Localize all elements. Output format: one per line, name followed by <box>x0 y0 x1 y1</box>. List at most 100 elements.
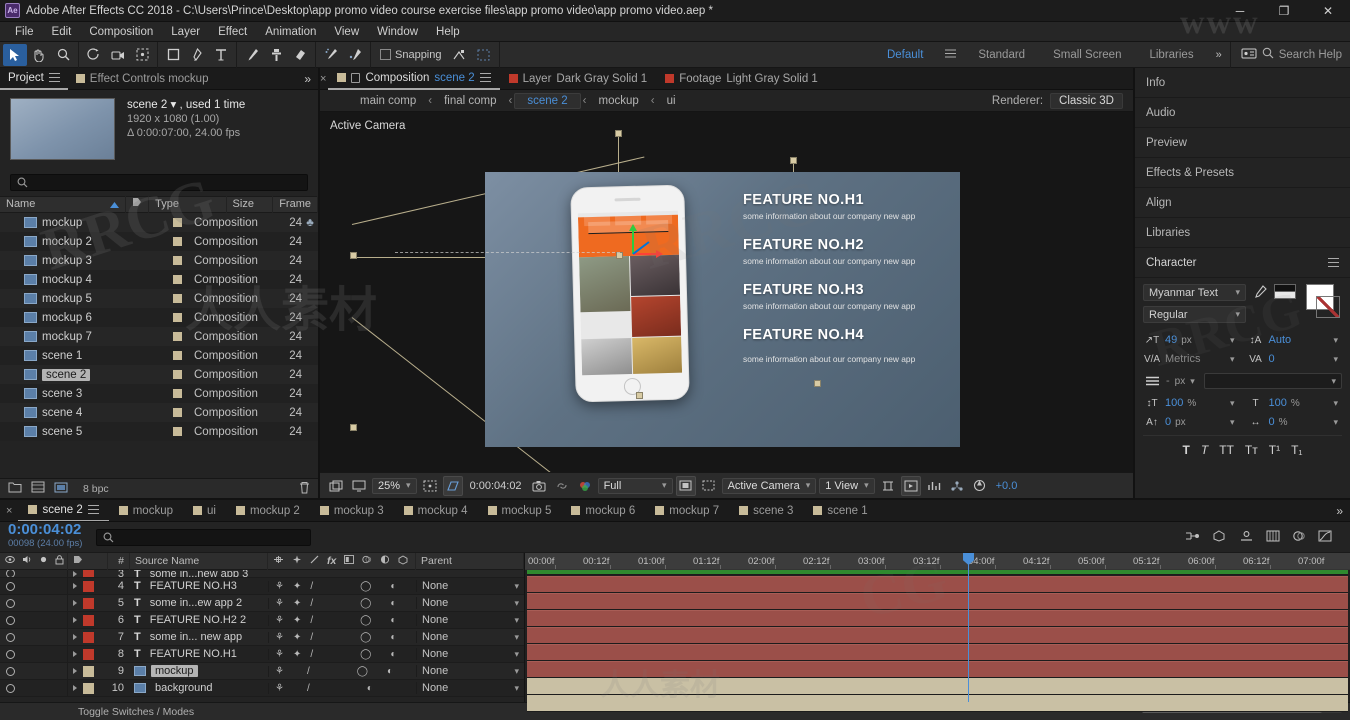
chevron-down-icon[interactable]: ▾ <box>1230 417 1239 428</box>
3d-switch[interactable]: ◯ <box>360 615 371 626</box>
breadcrumb-ui[interactable]: ui <box>657 95 686 107</box>
rotation-tool-icon[interactable] <box>82 44 106 66</box>
transform-handle[interactable] <box>350 424 357 431</box>
layer-row[interactable]: 7 Tsome in... new app ⚘ ✦ / ◯ ◐ None ▾ <box>0 628 524 646</box>
horizontal-scale-field[interactable]: T 100 % ▾ <box>1247 395 1343 411</box>
color-presets[interactable] <box>1274 284 1296 328</box>
adjustment-layer-icon[interactable] <box>380 555 390 567</box>
project-row[interactable]: mockup 7 Composition 24 <box>0 327 318 346</box>
puppet-pin-tool-icon[interactable] <box>343 44 367 66</box>
item-dropdown-icon[interactable]: ▾ <box>170 99 176 111</box>
label-color[interactable] <box>83 570 94 577</box>
effects-column-icon[interactable]: fx <box>327 555 336 567</box>
project-row[interactable]: mockup Composition 24 ♣ <box>0 213 318 232</box>
expand-arrow-icon[interactable] <box>73 583 77 589</box>
timeline-graph[interactable]: 00:00f 00:12f 01:00f 01:12f 02:00f 02:12… <box>525 553 1350 712</box>
exposure-reset-icon[interactable] <box>970 476 990 496</box>
menu-composition[interactable]: Composition <box>80 22 162 42</box>
project-search-input[interactable] <box>10 174 308 191</box>
minimize-button[interactable]: ─ <box>1218 0 1262 22</box>
workspace-overflow-icon[interactable]: » <box>1208 49 1230 61</box>
collapse-switch[interactable]: ✦ <box>293 615 301 626</box>
viewer-panel-menu-icon[interactable] <box>479 73 491 82</box>
panel-effects-presets[interactable]: Effects & Presets <box>1135 158 1350 188</box>
composition-mini-flowchart-icon[interactable] <box>1185 530 1200 545</box>
layer-name[interactable]: background <box>151 682 217 694</box>
transform-handle[interactable] <box>814 380 821 387</box>
project-row[interactable]: scene 3 Composition 24 <box>0 384 318 403</box>
workspace-card-icon[interactable] <box>1241 47 1257 62</box>
expand-arrow-icon[interactable] <box>73 651 77 657</box>
expand-arrow-icon[interactable] <box>73 668 77 674</box>
quality-switch[interactable]: / <box>310 649 313 660</box>
font-style-select[interactable]: Regular ▾ <box>1143 306 1246 323</box>
region-of-interest-icon[interactable] <box>442 475 463 496</box>
chevron-down-icon[interactable]: ▾ <box>1230 398 1239 409</box>
label-color[interactable] <box>83 580 94 592</box>
shy-switch[interactable]: ⚘ <box>275 581 284 592</box>
close-tab-icon[interactable]: × <box>320 73 328 85</box>
brush-tool-icon[interactable] <box>240 44 264 66</box>
menu-window[interactable]: Window <box>368 22 427 42</box>
project-settings-icon[interactable] <box>54 481 68 496</box>
eyedropper-icon[interactable] <box>1252 284 1268 301</box>
new-composition-icon[interactable] <box>31 481 45 496</box>
layer-bar-text[interactable] <box>527 593 1348 610</box>
frame-blending-icon[interactable] <box>1266 530 1280 545</box>
character-panel-menu-icon[interactable] <box>1328 258 1339 267</box>
current-time-display[interactable]: 0:00:04:02 <box>466 480 526 492</box>
stroke-style-select[interactable]: ▾ <box>1203 373 1342 389</box>
tab-layer-dark-gray-solid[interactable]: Layer Dark Gray Solid 1 <box>500 68 657 90</box>
time-ruler[interactable]: 00:00f 00:12f 01:00f 01:12f 02:00f 02:12… <box>525 553 1350 570</box>
panel-audio[interactable]: Audio <box>1135 98 1350 128</box>
solo-switch-icon[interactable] <box>39 555 48 567</box>
layer-bar-comp[interactable] <box>527 695 1348 712</box>
eye-icon[interactable] <box>6 649 15 659</box>
column-size[interactable]: Size <box>227 196 274 213</box>
exposure-value[interactable]: +0.0 <box>993 480 1018 492</box>
column-frame[interactable]: Frame <box>273 196 318 213</box>
stroke-color-swatch[interactable] <box>1316 296 1340 318</box>
project-row[interactable]: mockup 5 Composition 24 <box>0 289 318 308</box>
clone-stamp-tool-icon[interactable] <box>264 44 288 66</box>
layer-row[interactable]: 8 T FEATURE NO.H1 ⚘ ✦ / ◯ ◐ None ▾ <box>0 645 524 663</box>
panel-character[interactable]: Character <box>1135 248 1350 278</box>
layer-name[interactable]: FEATURE NO.H1 <box>146 648 241 660</box>
column-label[interactable] <box>126 196 150 213</box>
breadcrumb-scene-2[interactable]: scene 2 <box>514 92 581 109</box>
frame-blend-column-icon[interactable] <box>344 555 355 567</box>
collapse-switch[interactable]: ✦ <box>293 632 301 643</box>
layer-rows[interactable]: 3 Tsome in...new app 3 4 T FEATURE NO.H3 … <box>0 570 524 702</box>
quality-switch[interactable]: / <box>310 615 313 626</box>
timeline-tab-mockup[interactable]: mockup <box>109 500 183 521</box>
renderer-selector[interactable]: Renderer: Classic 3D <box>992 92 1133 109</box>
label-color[interactable] <box>83 597 94 609</box>
layer-bar-text[interactable] <box>527 661 1348 678</box>
tsume-field[interactable]: ↔ 0 % ▾ <box>1247 414 1343 430</box>
tracking-field[interactable]: VA 0 ▾ <box>1247 351 1343 367</box>
channel-rgb-icon[interactable] <box>575 476 595 496</box>
transform-handle[interactable] <box>636 392 643 399</box>
zoom-level-select[interactable]: 25% ▾ <box>372 477 417 494</box>
workspace-libraries[interactable]: Libraries <box>1135 42 1207 68</box>
layer-row-selected[interactable]: 9 mockup ⚘ / ◯ ◐ None ▾ <box>0 662 524 680</box>
layer-name[interactable]: mockup <box>151 665 198 677</box>
expand-arrow-icon[interactable] <box>73 617 77 623</box>
chevron-down-icon[interactable]: ▾ <box>1230 335 1239 346</box>
tab-project[interactable]: Project <box>0 68 68 90</box>
selection-tool-icon[interactable] <box>3 43 27 66</box>
new-folder-icon[interactable] <box>8 481 22 496</box>
transform-box-icon[interactable] <box>472 44 496 66</box>
superscript-button[interactable]: T¹ <box>1269 443 1280 457</box>
breadcrumb-mockup[interactable]: mockup <box>588 95 648 107</box>
project-item-list[interactable]: mockup Composition 24 ♣ mockup 2 Composi… <box>0 213 318 478</box>
layer-duration-bars[interactable] <box>525 570 1350 712</box>
view-camera-select[interactable]: Active Camera ▾ <box>721 477 817 494</box>
3d-switch[interactable]: ◯ <box>360 581 371 592</box>
eye-icon[interactable] <box>6 598 15 608</box>
project-row[interactable]: mockup 2 Composition 24 <box>0 232 318 251</box>
black-swatch[interactable] <box>1274 284 1296 292</box>
timeline-tab-mockup-4[interactable]: mockup 4 <box>394 500 478 521</box>
motion-blur-icon[interactable] <box>1292 530 1306 545</box>
workspace-standard[interactable]: Standard <box>964 42 1039 68</box>
